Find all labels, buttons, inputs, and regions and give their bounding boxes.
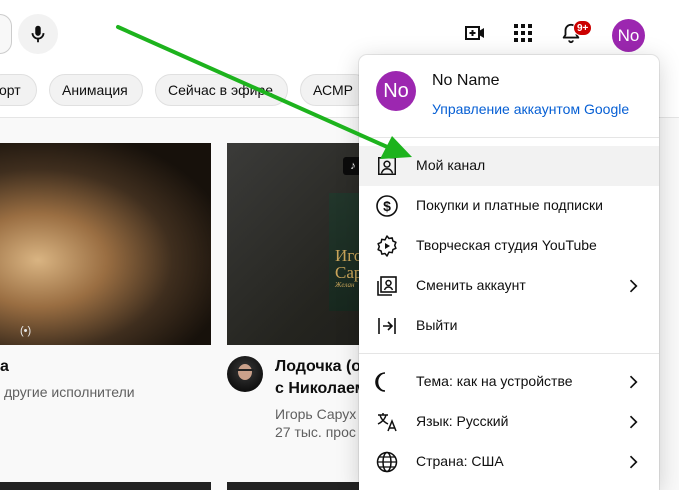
video-add-icon bbox=[465, 26, 484, 40]
channel-avatar[interactable] bbox=[227, 356, 263, 392]
menu-item-label: Тема: как на устройстве bbox=[416, 373, 573, 389]
person-icon bbox=[375, 154, 399, 178]
mic-icon bbox=[31, 25, 45, 43]
menu-item-purchases[interactable]: $ Покупки и платные подписки bbox=[359, 186, 659, 226]
menu-item-label: Сменить аккаунт bbox=[416, 277, 526, 293]
menu-item-label: Страна: США bbox=[416, 453, 504, 469]
apps-grid-icon bbox=[514, 24, 532, 42]
chevron-right-icon bbox=[621, 274, 645, 298]
avatar-glasses bbox=[236, 369, 254, 373]
video-stats-right: 27 тыс. прос bbox=[275, 424, 356, 440]
translate-icon bbox=[375, 410, 399, 434]
menu-item-language[interactable]: Язык: Русский bbox=[359, 402, 659, 442]
globe-icon bbox=[375, 450, 399, 474]
menu-item-label: Мой канал bbox=[416, 157, 486, 173]
video-meta-left: другие исполнители bbox=[4, 384, 135, 400]
chip-live[interactable]: Сейчас в эфире bbox=[155, 74, 288, 106]
menu-item-country[interactable]: Страна: США bbox=[359, 442, 659, 482]
gear-icon bbox=[375, 234, 399, 258]
dollar-icon: $ bbox=[375, 194, 399, 218]
menu-avatar: No bbox=[376, 71, 416, 111]
switch-account-icon bbox=[375, 274, 399, 298]
menu-item-theme[interactable]: Тема: как на устройстве bbox=[359, 362, 659, 402]
chevron-right-icon bbox=[621, 410, 645, 434]
voice-search-button[interactable] bbox=[18, 14, 58, 54]
live-broadcast-icon: (•) bbox=[20, 325, 32, 337]
sign-out-icon bbox=[375, 314, 399, 338]
manage-account-link[interactable]: Управление аккаунтом Google bbox=[432, 101, 629, 117]
video-channel-right[interactable]: Игорь Сарух bbox=[275, 404, 365, 424]
chip-sport[interactable]: орт bbox=[0, 74, 37, 106]
svg-text:$: $ bbox=[383, 198, 391, 214]
menu-item-label: Покупки и платные подписки bbox=[416, 197, 603, 213]
chevron-right-icon bbox=[621, 450, 645, 474]
menu-item-studio[interactable]: Творческая студия YouTube bbox=[359, 226, 659, 266]
chip-animation[interactable]: Анимация bbox=[49, 74, 143, 106]
account-name: No Name bbox=[432, 72, 500, 89]
menu-item-sign-out[interactable]: Выйти bbox=[359, 306, 659, 346]
video-title-left[interactable]: а bbox=[0, 356, 211, 378]
menu-item-label: Творческая студия YouTube bbox=[416, 237, 597, 253]
menu-divider bbox=[359, 353, 659, 354]
account-menu-header: No No Name Управление аккаунтом Google bbox=[359, 55, 659, 138]
apps-button[interactable] bbox=[510, 20, 536, 46]
video-title-right-line1[interactable]: Лодочка (о bbox=[275, 356, 365, 378]
account-menu: No No Name Управление аккаунтом Google М… bbox=[359, 55, 659, 490]
next-row-thumbnail-right[interactable] bbox=[227, 482, 367, 490]
chevron-right-icon bbox=[621, 370, 645, 394]
menu-item-label: Выйти bbox=[416, 317, 458, 333]
moon-icon bbox=[375, 370, 399, 394]
menu-item-switch-account[interactable]: Сменить аккаунт bbox=[359, 266, 659, 306]
video-title-right-line2[interactable]: с Николаем bbox=[275, 378, 365, 400]
menu-item-my-channel[interactable]: Мой канал bbox=[359, 146, 659, 186]
notification-badge: 9+ bbox=[573, 20, 593, 36]
account-avatar-button[interactable]: No bbox=[612, 19, 645, 52]
album-cover-subtitle: Желан bbox=[335, 281, 355, 289]
menu-item-label: Язык: Русский bbox=[416, 413, 509, 429]
search-box-edge[interactable] bbox=[0, 14, 12, 54]
video-thumbnail-left[interactable]: (•) bbox=[0, 143, 211, 345]
next-row-thumbnail-left[interactable] bbox=[0, 482, 211, 490]
create-video-button[interactable] bbox=[462, 20, 488, 46]
